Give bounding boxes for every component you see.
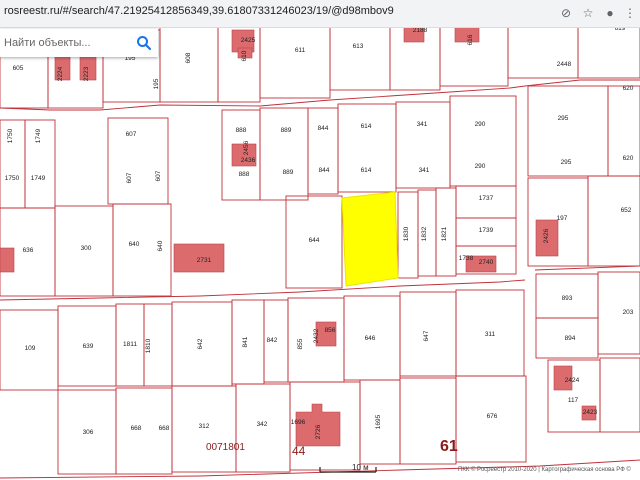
bookmark-star-icon[interactable]: ☆ xyxy=(580,5,596,21)
parcel-number-label: 605 xyxy=(13,65,24,72)
parcel-number-label: 1696 xyxy=(291,419,306,426)
parcel-number-label: 311 xyxy=(485,331,496,338)
parcel-number-label: 300 xyxy=(81,245,92,252)
parcel-number-label: 290 xyxy=(475,121,486,128)
parcel-number-label: 2188 xyxy=(413,27,428,34)
parcel-number-label: 290 xyxy=(475,163,486,170)
parcel-number-label: 1832 xyxy=(421,226,428,241)
parcel-number-label: 1749 xyxy=(31,175,46,182)
parcel-number-label: 2223 xyxy=(83,66,90,81)
search-input[interactable] xyxy=(4,34,128,52)
cadastral-map[interactable]: 605 2224 2223 195 608 2425 610 611 613 2188 616 244… xyxy=(0,0,640,480)
parcel-number-label: 889 xyxy=(281,127,292,134)
parcel-number-label: 295 xyxy=(558,115,569,122)
search-icon[interactable] xyxy=(136,35,152,51)
parcel-number-label: 341 xyxy=(419,167,430,174)
parcel-number-label: 676 xyxy=(487,413,498,420)
parcel-number-label: 1737 xyxy=(479,195,494,202)
parcel-number-label: 844 xyxy=(318,125,329,132)
parcel-number-label: 642 xyxy=(197,338,204,349)
parcel-number-label: 312 xyxy=(199,423,210,430)
parcel-number-label: 203 xyxy=(623,309,634,316)
parcel-number-label: 607 xyxy=(155,170,162,181)
parcel-number-label: 652 xyxy=(621,207,632,214)
url-text[interactable]: rosreestr.ru/#/search/47.21925412856349,… xyxy=(4,5,394,17)
parcel-number-label: 306 xyxy=(83,429,94,436)
cadastral-quarter-label: 0071801 xyxy=(206,442,245,453)
parcel-number-label: 2456 xyxy=(243,140,250,155)
parcel-number-label: 1821 xyxy=(441,226,448,241)
parcel-number-label: 889 xyxy=(283,169,294,176)
parcel-number-label: 668 xyxy=(131,425,142,432)
parcel-number-label: 620 xyxy=(623,155,634,162)
parcel-number-label: 1811 xyxy=(123,341,137,348)
cadastral-district-label: 61 xyxy=(440,438,458,455)
parcel-number-label: 1750 xyxy=(7,128,14,143)
parcel-number-label: 342 xyxy=(257,421,268,428)
parcel-number-label: 893 xyxy=(562,295,573,302)
parcel-number-label: 888 xyxy=(239,171,250,178)
parcel-number-label: 2432 xyxy=(313,328,320,343)
parcel-number-label: 1810 xyxy=(145,338,152,353)
parcel-number-label: 616 xyxy=(467,34,474,45)
account-icon[interactable]: ● xyxy=(602,5,618,21)
parcel-number-label: 2424 xyxy=(565,377,580,384)
parcel-number-label: 2726 xyxy=(315,424,322,439)
parcel-number-label: 1738 xyxy=(459,255,474,262)
parcel-number-label: 668 xyxy=(159,425,170,432)
parcel-number-label: 614 xyxy=(361,167,372,174)
parcel-number-label: 2423 xyxy=(583,409,598,416)
parcel-number-label: 636 xyxy=(23,247,34,254)
parcel-number-label: 607 xyxy=(126,172,133,183)
parcel-number-label: 1749 xyxy=(35,128,42,143)
highlighted-parcel[interactable] xyxy=(341,191,399,287)
parcel-number-label: 614 xyxy=(361,123,372,130)
parcel-number-label: 1739 xyxy=(479,227,494,234)
parcel-number-label: 2224 xyxy=(57,66,64,81)
menu-dots-icon[interactable]: ⋮ xyxy=(622,5,638,21)
parcel-number-label: 2436 xyxy=(241,157,256,164)
parcel-number-label: 197 xyxy=(557,215,568,222)
browser-address-bar: rosreestr.ru/#/search/47.21925412856349,… xyxy=(0,0,640,28)
cadastral-block-label: 44 xyxy=(292,444,306,458)
scale-bar xyxy=(319,467,377,473)
parcel-number-label: 608 xyxy=(185,52,192,63)
parcel-number-label: 2425 xyxy=(241,37,256,44)
map-attribution: ПКК © Росреестр 2010-2020 | Картографиче… xyxy=(458,467,631,473)
parcel-number-label: 611 xyxy=(295,47,306,54)
parcel-number-label: 639 xyxy=(83,343,94,350)
parcel-number-label: 842 xyxy=(267,337,278,344)
parcel-number-label: 2448 xyxy=(557,61,572,68)
parcel-number-label: 613 xyxy=(353,43,364,50)
parcel-number-label: 610 xyxy=(241,50,248,61)
parcel-number-label: 888 xyxy=(236,127,247,134)
parcel-number-label: 841 xyxy=(242,336,249,347)
parcel-number-label: 2731 xyxy=(197,257,212,264)
parcel-number-label: 2740 xyxy=(479,259,494,266)
parcel-number-label: 844 xyxy=(319,167,330,174)
search-box xyxy=(0,29,158,57)
parcel-number-label: 2426 xyxy=(543,228,550,243)
parcel-number-label: 1750 xyxy=(5,175,20,182)
parcel-number-label: 640 xyxy=(157,240,164,251)
parcel-number-label: 195 xyxy=(153,78,160,89)
parcel-number-label: 646 xyxy=(365,335,376,342)
parcel-number-label: 109 xyxy=(25,345,36,352)
parcel-number-label: 607 xyxy=(126,131,137,138)
parcel-number-label: 1695 xyxy=(375,414,382,429)
parcel-number-label: 1830 xyxy=(403,226,410,241)
parcel-number-label: 894 xyxy=(565,335,576,342)
extension-icon[interactable]: ⊘ xyxy=(558,5,574,21)
parcel-number-label: 341 xyxy=(417,121,428,128)
parcel-number-label: 856 xyxy=(325,327,336,334)
parcel-number-label: 644 xyxy=(309,237,320,244)
scale-label: 10 м xyxy=(352,463,369,472)
parcel-number-label: 640 xyxy=(129,241,140,248)
parcel-number-label: 117 xyxy=(568,397,579,404)
parcel-number-label: 647 xyxy=(423,330,430,341)
parcel-number-label: 855 xyxy=(297,338,304,349)
parcel-number-label: 620 xyxy=(623,85,634,92)
parcel-number-label: 295 xyxy=(561,159,572,166)
